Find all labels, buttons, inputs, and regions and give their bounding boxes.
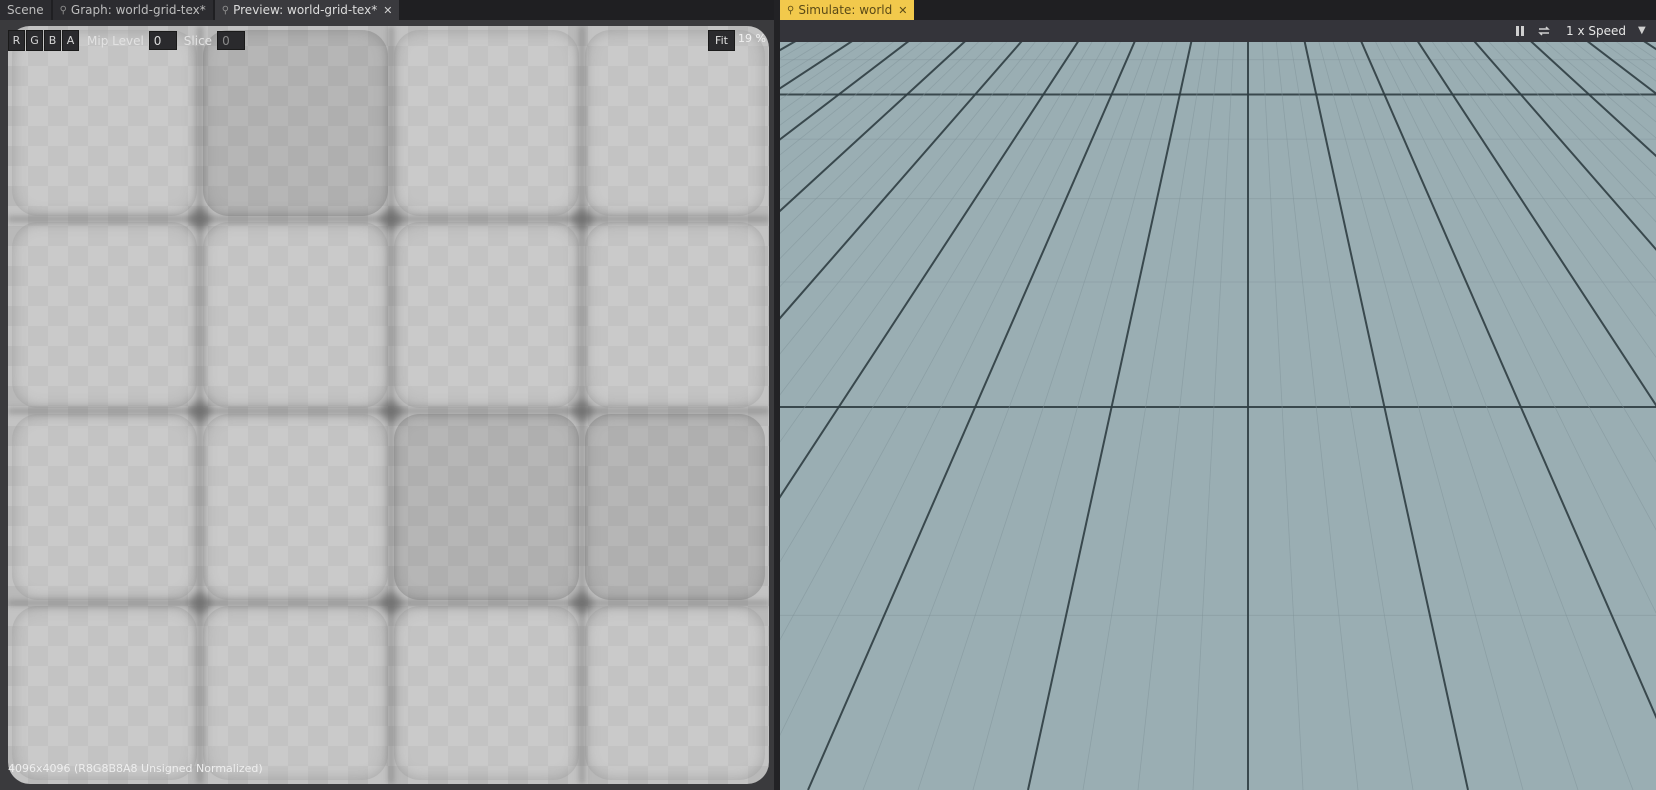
texture-cell — [585, 606, 765, 780]
right-tab-bar: ⚲ Simulate: world ✕ — [780, 0, 1656, 20]
tab-simulate[interactable]: ⚲ Simulate: world ✕ — [780, 0, 915, 20]
texture-cell — [585, 222, 765, 408]
grid-node — [571, 208, 593, 230]
texture-cell — [585, 30, 765, 216]
simulate-toolbar: 1 x Speed ▼ — [780, 20, 1656, 43]
grid-node — [380, 400, 402, 422]
texture-cell — [394, 30, 579, 216]
preview-toolbar: R G B A Mip Level 0 Slice 0 — [8, 30, 246, 51]
loop-icon[interactable] — [1536, 23, 1552, 39]
texture-preview-panel — [0, 20, 774, 790]
left-tab-bar: Scene ⚲ Graph: world-grid-tex* ⚲ Preview… — [0, 0, 774, 20]
tab-label: Graph: world-grid-tex* — [70, 3, 206, 17]
channel-a-button[interactable]: A — [62, 30, 79, 51]
grid-node — [189, 400, 211, 422]
texture-cell — [12, 30, 197, 216]
simulation-viewport[interactable] — [780, 42, 1656, 790]
channel-b-button[interactable]: B — [44, 30, 61, 51]
close-icon[interactable]: ✕ — [383, 4, 392, 17]
slice-label: Slice — [183, 33, 213, 48]
texture-cell — [394, 222, 579, 408]
grid-node — [380, 592, 402, 614]
texture-cell — [203, 30, 388, 216]
texture-cell — [12, 222, 197, 408]
simulate-panel: 1 x Speed ▼ — [780, 20, 1656, 790]
speed-select[interactable]: 1 x Speed — [1566, 24, 1626, 38]
texture-cell — [394, 606, 579, 780]
floor-grid — [780, 42, 1656, 790]
texture-cell — [203, 222, 388, 408]
texture-cell — [203, 414, 388, 600]
channel-r-button[interactable]: R — [8, 30, 25, 51]
zoom-level: 19 % — [738, 32, 766, 45]
tab-graph[interactable]: ⚲ Graph: world-grid-tex* — [52, 0, 213, 20]
tab-scene[interactable]: Scene — [0, 0, 51, 20]
grid-node — [189, 592, 211, 614]
fit-button[interactable]: Fit — [708, 30, 735, 51]
channel-g-button[interactable]: G — [26, 30, 43, 51]
grid-node — [380, 208, 402, 230]
texture-preview-canvas[interactable] — [8, 26, 769, 784]
grid-node — [571, 400, 593, 422]
tab-label: Simulate: world — [798, 3, 893, 17]
texture-cell — [585, 414, 765, 600]
tab-label: Preview: world-grid-tex* — [233, 3, 378, 17]
texture-cell — [203, 606, 388, 780]
chevron-down-icon[interactable]: ▼ — [1638, 25, 1646, 36]
texture-cell — [12, 414, 197, 600]
grid-node — [189, 208, 211, 230]
tab-label: Scene — [7, 3, 44, 17]
slice-field[interactable]: 0 — [217, 31, 246, 50]
texture-cell — [12, 606, 197, 780]
texture-info-status: 4096x4096 (R8G8B8A8 Unsigned Normalized) — [8, 762, 263, 775]
grid-node — [571, 592, 593, 614]
tab-preview[interactable]: ⚲ Preview: world-grid-tex* ✕ — [214, 0, 400, 20]
close-icon[interactable]: ✕ — [898, 4, 907, 17]
texture-cell — [394, 414, 579, 600]
pin-icon: ⚲ — [787, 4, 795, 16]
pin-icon: ⚲ — [221, 4, 230, 16]
mip-level-field[interactable]: 0 — [148, 31, 177, 50]
pin-icon: ⚲ — [59, 4, 67, 16]
mip-level-label: Mip Level — [87, 33, 144, 48]
pause-icon[interactable] — [1512, 23, 1528, 39]
